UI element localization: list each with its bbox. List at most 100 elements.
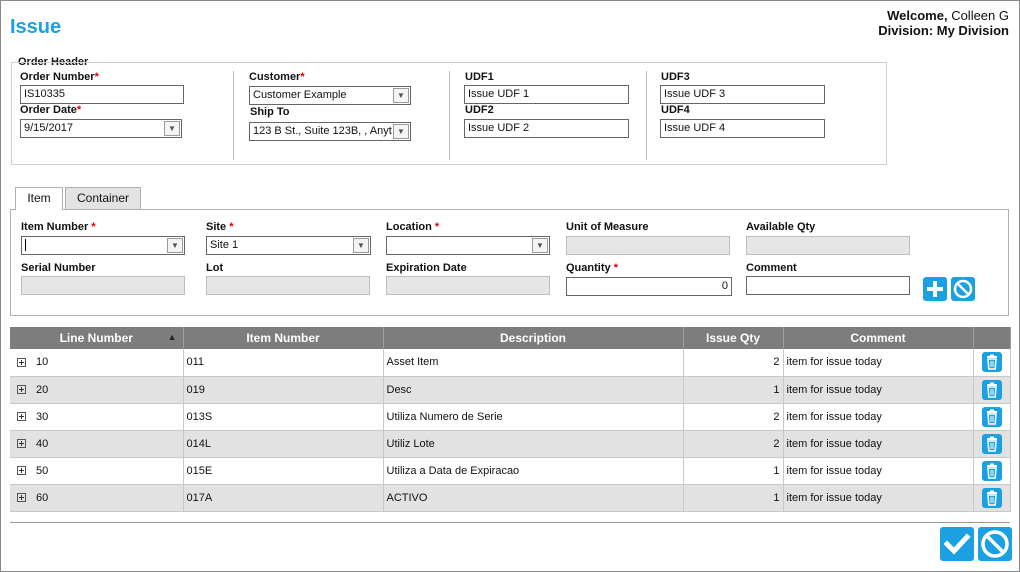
column-header-line-number[interactable]: Line Number ▲	[10, 327, 184, 349]
item-number-cell: 019	[183, 376, 384, 404]
table-row[interactable]: 30 013S Utiliza Numero de Serie 2 item f…	[10, 403, 1011, 431]
location-select[interactable]: ▼	[386, 236, 550, 255]
column-header-description[interactable]: Description	[383, 327, 684, 349]
delete-row-button[interactable]	[981, 487, 1002, 508]
delete-row-button[interactable]	[981, 352, 1002, 373]
udf3-field[interactable]: Issue UDF 3	[660, 85, 825, 104]
comment-cell: item for issue today	[783, 349, 974, 377]
table-row[interactable]: 10 011 Asset Item 2 item for issue today	[10, 349, 1011, 377]
customer-label: Customer*	[249, 71, 305, 83]
line-number-cell: 10	[10, 349, 184, 377]
column-header-issue-qty[interactable]: Issue Qty	[683, 327, 784, 349]
expiration-date-field	[386, 276, 550, 295]
line-number-cell: 20	[10, 376, 184, 404]
description-cell: ACTIVO	[383, 484, 684, 512]
expand-icon[interactable]	[17, 385, 26, 395]
line-number-cell: 50	[10, 457, 184, 485]
tab-container[interactable]: Container	[65, 187, 141, 209]
cancel-circle-icon	[981, 530, 1009, 558]
chevron-down-icon[interactable]: ▼	[353, 238, 369, 253]
cancel-circle-icon	[953, 279, 973, 299]
welcome-line: Welcome, Colleen G	[878, 8, 1009, 23]
actions-cell	[973, 349, 1011, 377]
save-button[interactable]	[940, 527, 974, 561]
description-cell: Utiliza a Data de Expiracao	[383, 457, 684, 485]
delete-row-button[interactable]	[981, 406, 1002, 427]
chevron-down-icon[interactable]: ▼	[393, 88, 409, 103]
checkmark-icon	[943, 533, 971, 555]
order-date-select[interactable]: 9/15/2017 ▼	[20, 119, 182, 138]
table-row[interactable]: 50 015E Utiliza a Data de Expiracao 1 it…	[10, 457, 1011, 485]
plus-icon	[927, 281, 943, 297]
ship-to-label: Ship To	[250, 106, 290, 118]
expand-icon[interactable]	[17, 466, 26, 476]
item-panel	[10, 209, 1009, 316]
delete-row-button[interactable]	[981, 379, 1002, 400]
column-header-item-number[interactable]: Item Number	[183, 327, 384, 349]
udf1-label: UDF1	[465, 71, 494, 83]
comment-cell: item for issue today	[783, 376, 974, 404]
table-row[interactable]: 40 014L Utiliz Lote 2 item for issue tod…	[10, 430, 1011, 458]
actions-cell	[973, 376, 1011, 404]
unit-of-measure-label: Unit of Measure	[566, 221, 649, 233]
delete-row-button[interactable]	[981, 433, 1002, 454]
table-row[interactable]: 20 019 Desc 1 item for issue today	[10, 376, 1011, 404]
trash-icon	[986, 354, 997, 370]
chevron-down-icon[interactable]: ▼	[167, 238, 183, 253]
udf4-field[interactable]: Issue UDF 4	[660, 119, 825, 138]
ship-to-select[interactable]: 123 B St., Suite 123B, , Anyt ▼	[249, 122, 411, 141]
udf1-field[interactable]: Issue UDF 1	[464, 85, 629, 104]
user-name: Colleen G	[951, 8, 1009, 23]
chevron-down-icon[interactable]: ▼	[393, 124, 409, 139]
item-number-label: Item Number *	[21, 221, 96, 233]
comment-cell: item for issue today	[783, 403, 974, 431]
actions-cell	[973, 484, 1011, 512]
column-header-comment[interactable]: Comment	[783, 327, 974, 349]
divider	[646, 71, 647, 160]
divider	[449, 71, 450, 160]
issue-qty-cell: 2	[683, 349, 784, 377]
add-item-button[interactable]	[923, 277, 947, 301]
user-info: Welcome, Colleen G Division: My Division	[878, 8, 1009, 38]
expand-icon[interactable]	[17, 412, 26, 422]
quantity-field[interactable]: 0	[566, 277, 732, 296]
serial-number-label: Serial Number	[21, 262, 96, 274]
expand-icon[interactable]	[17, 439, 26, 449]
available-qty-label: Available Qty	[746, 221, 816, 233]
site-select[interactable]: Site 1 ▼	[206, 236, 371, 255]
sort-ascending-icon[interactable]: ▲	[168, 332, 177, 342]
comment-cell: item for issue today	[783, 430, 974, 458]
welcome-prefix: Welcome,	[887, 8, 948, 23]
expiration-date-label: Expiration Date	[386, 262, 467, 274]
item-number-select[interactable]: ▼	[21, 236, 185, 255]
udf3-label: UDF3	[661, 71, 690, 83]
udf2-field[interactable]: Issue UDF 2	[464, 119, 629, 138]
available-qty-field	[746, 236, 910, 255]
expand-icon[interactable]	[17, 357, 26, 367]
table-row[interactable]: 60 017A ACTIVO 1 item for issue today	[10, 484, 1011, 512]
order-number-field[interactable]: IS10335	[20, 85, 184, 104]
issue-qty-cell: 1	[683, 484, 784, 512]
tab-item[interactable]: Item	[15, 187, 63, 210]
line-number-cell: 60	[10, 484, 184, 512]
item-number-cell: 011	[183, 349, 384, 377]
serial-number-field	[21, 276, 185, 295]
chevron-down-icon[interactable]: ▼	[164, 121, 180, 136]
chevron-down-icon[interactable]: ▼	[532, 238, 548, 253]
lot-field	[206, 276, 370, 295]
clear-item-button[interactable]	[951, 277, 975, 301]
site-label: Site *	[206, 221, 234, 233]
delete-row-button[interactable]	[981, 460, 1002, 481]
description-cell: Desc	[383, 376, 684, 404]
customer-select[interactable]: Customer Example ▼	[249, 86, 411, 105]
comment-field[interactable]	[746, 276, 910, 295]
expand-icon[interactable]	[17, 493, 26, 503]
location-label: Location *	[386, 221, 440, 233]
udf4-label: UDF4	[661, 104, 690, 116]
column-header-actions	[973, 327, 1011, 349]
issue-qty-cell: 2	[683, 403, 784, 431]
udf2-label: UDF2	[465, 104, 494, 116]
cancel-button[interactable]	[978, 527, 1012, 561]
trash-icon	[986, 409, 997, 425]
trash-icon	[986, 490, 997, 506]
